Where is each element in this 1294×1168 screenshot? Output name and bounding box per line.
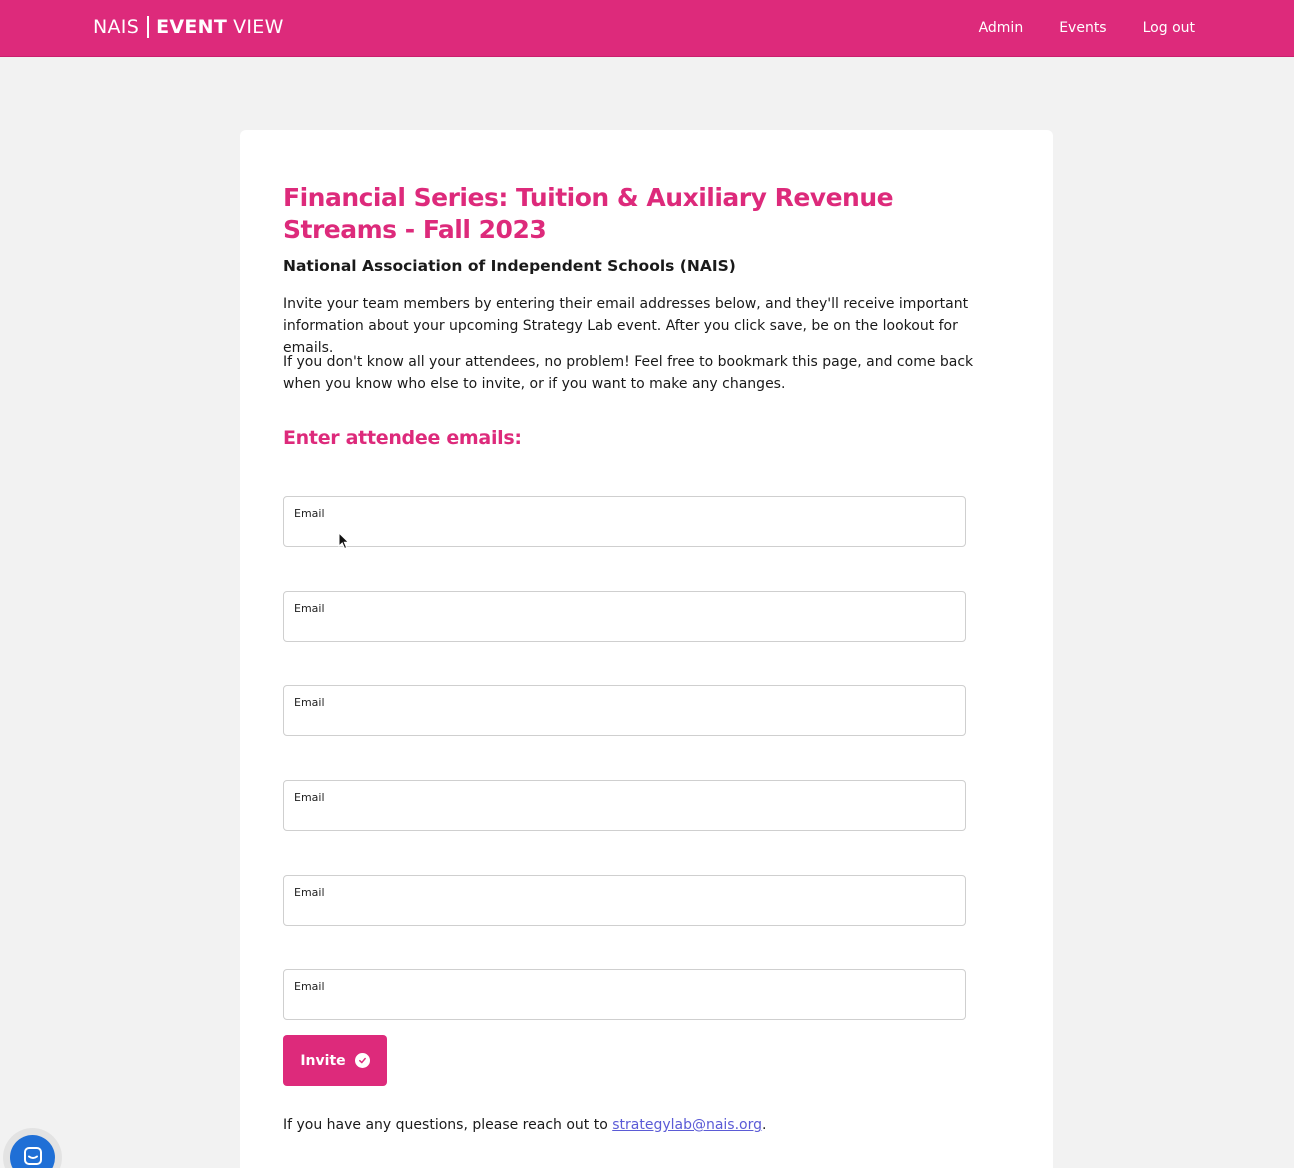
check-circle-icon <box>354 1053 370 1068</box>
contact-suffix: . <box>762 1117 767 1133</box>
email-field-label: Email <box>294 602 325 615</box>
top-navigation-bar: NAIS EVENT VIEW Admin Events Log out <box>0 0 1294 57</box>
email-input-1[interactable] <box>294 523 954 543</box>
intro-paragraph-2: If you don't know all your attendees, no… <box>283 354 974 392</box>
logo-view-text: VIEW <box>233 16 284 38</box>
invite-card: Financial Series: Tuition & Auxiliary Re… <box>240 130 1053 1168</box>
chat-bubble-icon <box>22 1145 44 1168</box>
email-field-4[interactable]: Email <box>283 780 966 831</box>
email-field-label: Email <box>294 507 325 520</box>
attendee-emails-heading: Enter attendee emails: <box>283 427 522 449</box>
header-nav: Admin Events Log out <box>979 20 1195 36</box>
email-field-label: Email <box>294 696 325 709</box>
email-input-2[interactable] <box>294 618 954 638</box>
email-field-2[interactable]: Email <box>283 591 966 642</box>
email-input-3[interactable] <box>294 712 954 732</box>
email-field-label: Email <box>294 980 325 993</box>
invite-button-label: Invite <box>300 1052 346 1069</box>
email-field-label: Email <box>294 791 325 804</box>
email-field-5[interactable]: Email <box>283 875 966 926</box>
email-field-1[interactable]: Email <box>283 496 966 547</box>
logo-event-text: EVENT <box>156 16 228 38</box>
email-field-3[interactable]: Email <box>283 685 966 736</box>
email-field-label: Email <box>294 886 325 899</box>
invite-button[interactable]: Invite <box>283 1035 387 1086</box>
intro-paragraph-1: Invite your team members by entering the… <box>283 296 969 356</box>
event-title: Financial Series: Tuition & Auxiliary Re… <box>283 183 894 244</box>
email-field-6[interactable]: Email <box>283 969 966 1020</box>
nav-admin-link[interactable]: Admin <box>979 20 1024 36</box>
nais-event-view-logo[interactable]: NAIS EVENT VIEW <box>93 16 284 38</box>
mouse-cursor-icon <box>338 531 350 555</box>
nav-logout-link[interactable]: Log out <box>1143 20 1195 36</box>
logo-divider <box>147 16 150 38</box>
email-input-6[interactable] <box>294 996 954 1016</box>
nav-events-link[interactable]: Events <box>1059 20 1106 36</box>
email-input-4[interactable] <box>294 807 954 827</box>
organization-name: National Association of Independent Scho… <box>283 257 736 275</box>
contact-prefix: If you have any questions, please reach … <box>283 1117 613 1133</box>
logo-nais-text: NAIS <box>93 16 140 38</box>
email-input-5[interactable] <box>294 902 954 922</box>
contact-email-link[interactable]: strategylab@nais.org <box>612 1117 762 1133</box>
contact-text: If you have any questions, please reach … <box>283 1117 766 1133</box>
